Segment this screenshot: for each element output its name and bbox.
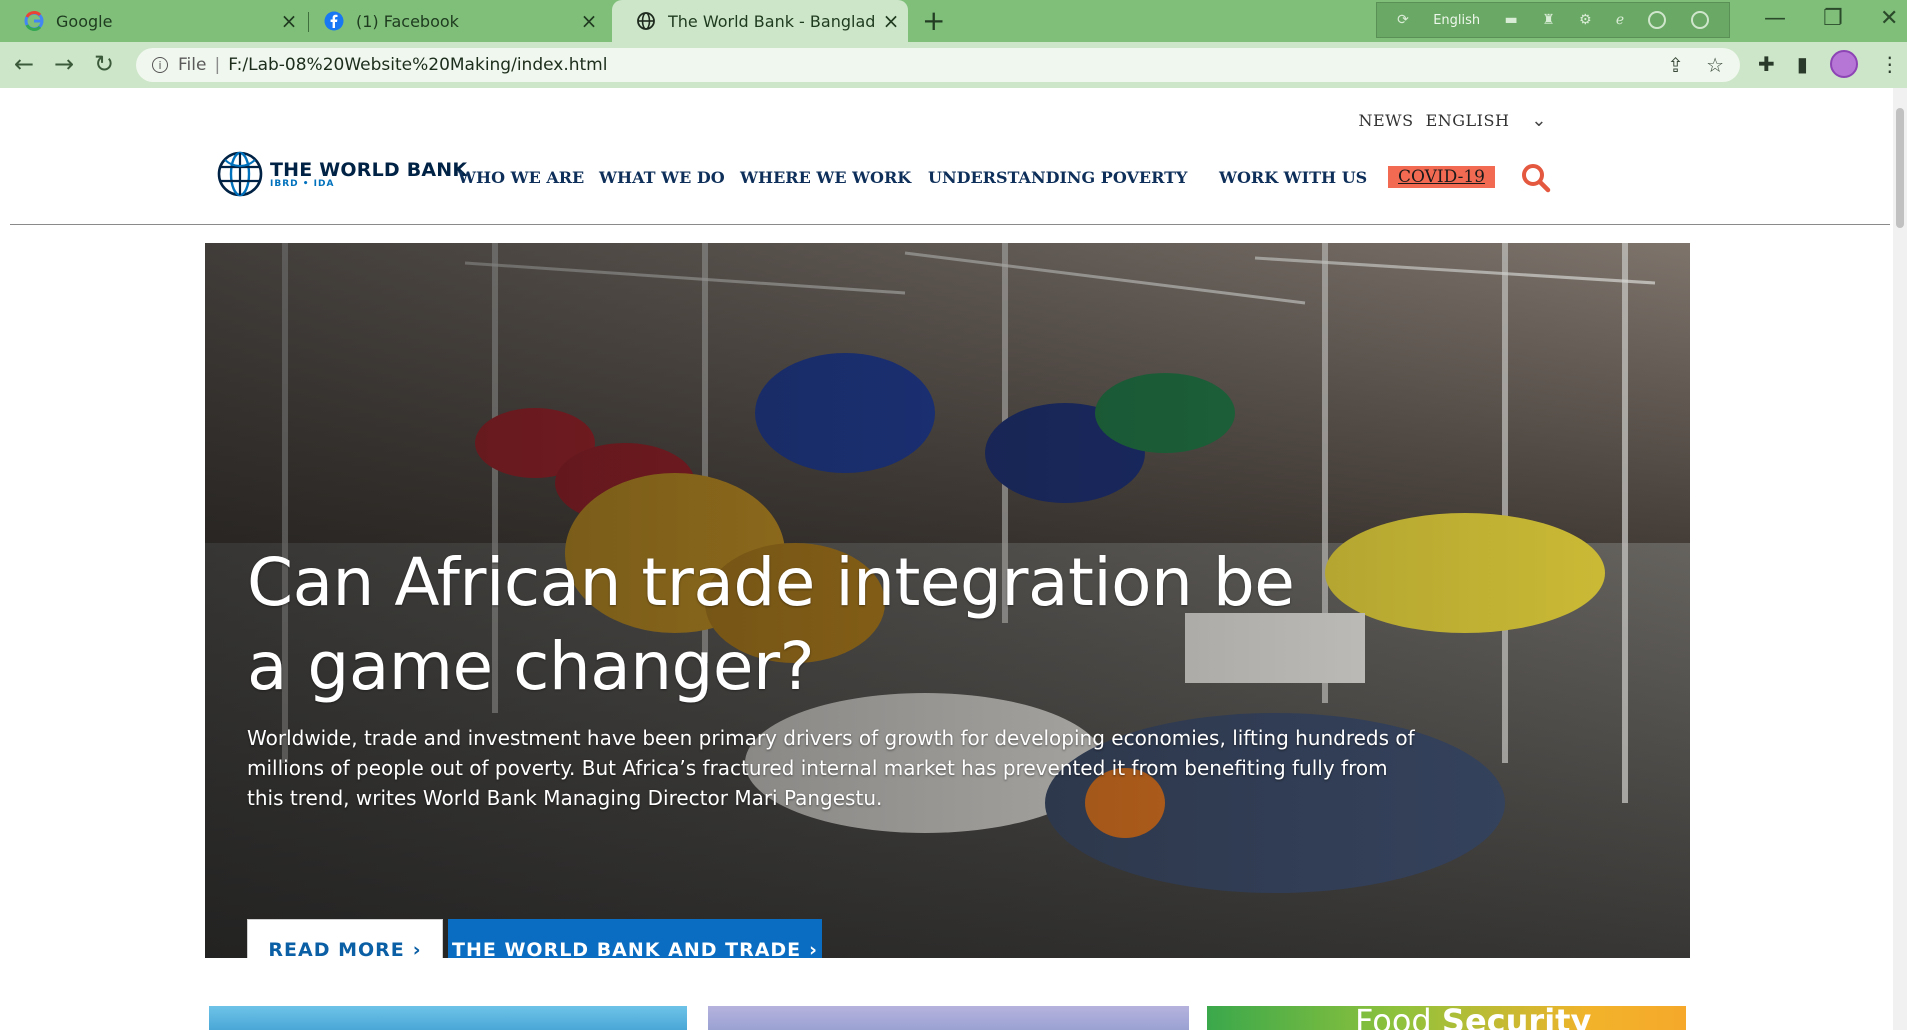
feature-card-2[interactable]: [708, 1006, 1189, 1030]
close-tab-icon[interactable]: ×: [874, 9, 908, 33]
new-tab-button[interactable]: +: [922, 4, 945, 37]
nav-work-with-us[interactable]: WORK WITH US: [1219, 168, 1367, 187]
tab-google[interactable]: Google ×: [0, 0, 306, 42]
tab-title: (1) Facebook: [356, 11, 459, 31]
feature-cards: Food Security: [0, 1006, 1907, 1030]
web-page: NEWS ENGLISH ⌄ THE WORLD BANK IBRD • IDA…: [0, 88, 1907, 1030]
google-icon: [24, 11, 44, 31]
address-scheme-label: File: [178, 55, 207, 75]
extension-icon[interactable]: ℯ: [1616, 12, 1624, 28]
hero-banner: Can African trade integration be a game …: [205, 243, 1690, 958]
tab-title: The World Bank - Bangladesh: [668, 11, 874, 31]
globe-icon: [637, 12, 655, 30]
profile-avatar[interactable]: [1829, 50, 1858, 78]
main-nav: WHO WE ARE WHAT WE DO WHERE WE WORK UNDE…: [0, 166, 1907, 198]
extension-icon[interactable]: ♜: [1542, 12, 1555, 28]
chevron-right-icon: ›: [809, 939, 818, 958]
chevron-right-icon: ›: [412, 939, 422, 958]
feature-card-1[interactable]: [209, 1006, 687, 1030]
menu-kebab-icon[interactable]: ⋮: [1880, 52, 1900, 76]
forward-icon[interactable]: →: [54, 50, 74, 78]
help-icon[interactable]: [1648, 11, 1667, 29]
close-tab-icon[interactable]: ×: [572, 9, 606, 33]
tab-world-bank[interactable]: The World Bank - Bangladesh ×: [612, 0, 908, 42]
chevron-down-icon[interactable]: ⌄: [1531, 110, 1547, 131]
nav-covid-19[interactable]: COVID-19: [1388, 166, 1495, 188]
extension-language[interactable]: English: [1433, 13, 1480, 28]
tab-title: Google: [56, 11, 113, 31]
read-more-button[interactable]: READ MORE ›: [247, 919, 443, 958]
hero-description: Worldwide, trade and investment have bee…: [247, 726, 1415, 810]
nav-understanding-poverty[interactable]: UNDERSTANDING POVERTY: [928, 168, 1187, 187]
header-divider: [10, 224, 1890, 225]
side-panel-icon[interactable]: ▮: [1797, 52, 1808, 76]
nav-where-we-work[interactable]: WHERE WE WORK: [740, 168, 911, 187]
food-title-bold: Security: [1441, 1006, 1592, 1030]
hero-title: Can African trade integration be a game …: [247, 544, 1295, 705]
feature-card-food-security[interactable]: Food Security: [1207, 1006, 1686, 1030]
nav-who-we-are[interactable]: WHO WE ARE: [458, 168, 584, 187]
facebook-icon: [324, 11, 344, 31]
browser-toolbar: ← → ↻ i File | F:/Lab-08%20Website%20Mak…: [0, 42, 1907, 88]
world-bank-and-trade-button[interactable]: THE WORLD BANK AND TRADE ›: [448, 919, 822, 958]
site-info-icon[interactable]: i: [152, 57, 168, 73]
food-security-title: Food Security: [1355, 1006, 1591, 1030]
extension-toolbar: ⟳ English ▬ ♜ ⚙ ℯ: [1376, 2, 1730, 38]
utility-nav: NEWS ENGLISH ⌄: [1358, 110, 1547, 131]
food-title-light: Food: [1355, 1006, 1432, 1030]
page-scrollbar[interactable]: [1893, 88, 1907, 1030]
address-url[interactable]: F:/Lab-08%20Website%20Making/index.html: [228, 55, 607, 75]
info-icon[interactable]: [1690, 11, 1709, 29]
window-close-icon[interactable]: ✕: [1880, 6, 1898, 31]
restore-icon[interactable]: ❐: [1823, 6, 1843, 31]
trade-button-label: THE WORLD BANK AND TRADE: [452, 939, 802, 958]
news-link[interactable]: NEWS: [1358, 111, 1413, 130]
minimize-icon[interactable]: —: [1764, 6, 1786, 31]
settings-icon[interactable]: ⚙: [1579, 12, 1592, 28]
nav-what-we-do[interactable]: WHAT WE DO: [599, 168, 725, 187]
read-more-label: READ MORE: [268, 939, 405, 958]
bookmark-star-icon[interactable]: ☆: [1706, 53, 1724, 77]
reload-icon[interactable]: ↻: [94, 50, 114, 78]
tab-facebook[interactable]: (1) Facebook ×: [300, 0, 606, 42]
back-icon[interactable]: ←: [14, 50, 34, 78]
extension-icon[interactable]: ⟳: [1397, 12, 1409, 28]
search-icon[interactable]: [1520, 162, 1552, 194]
share-icon[interactable]: ⇪: [1667, 53, 1684, 77]
extension-icon[interactable]: ▬: [1505, 12, 1518, 28]
language-selector[interactable]: ENGLISH: [1426, 111, 1510, 130]
scrollbar-thumb[interactable]: [1896, 108, 1904, 228]
extensions-puzzle-icon[interactable]: ✚: [1758, 52, 1775, 76]
address-bar[interactable]: i File | F:/Lab-08%20Website%20Making/in…: [136, 48, 1740, 82]
browser-tab-strip: Google × (1) Facebook × The World Bank -…: [0, 0, 1907, 42]
address-separator: |: [214, 55, 221, 75]
